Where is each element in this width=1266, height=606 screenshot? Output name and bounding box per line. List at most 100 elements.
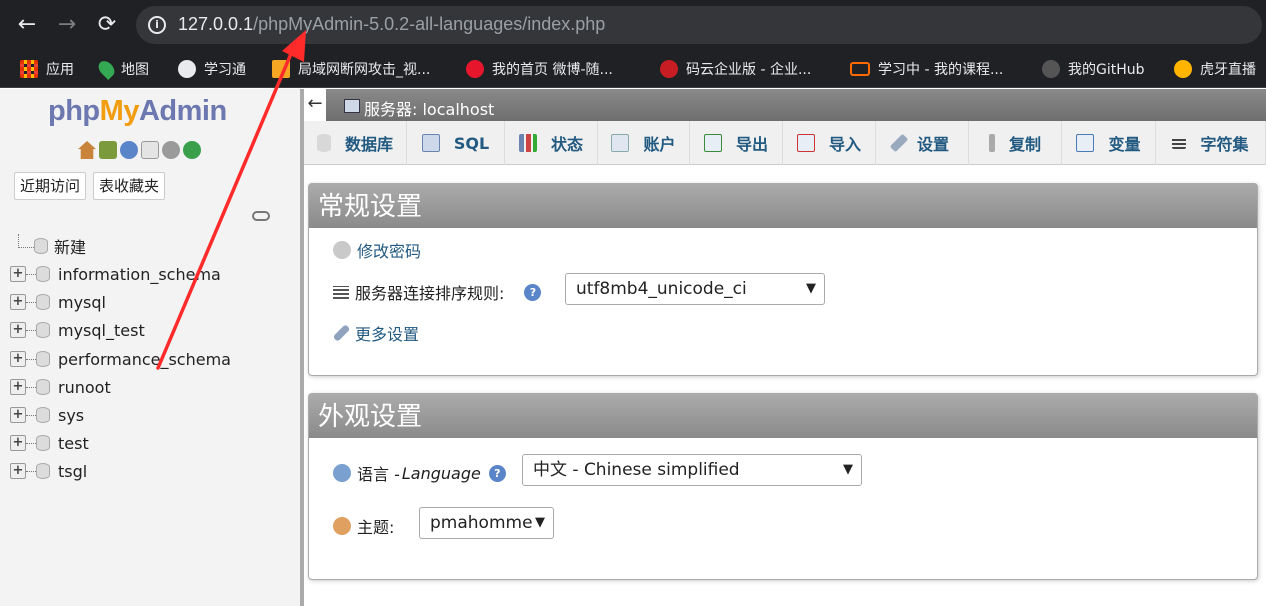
back-button[interactable]: ← [12, 10, 42, 40]
change-password-link[interactable]: 修改密码 [333, 238, 421, 262]
logout-icon[interactable] [99, 141, 117, 159]
address-bar[interactable]: i 127.0.0.1/phpMyAdmin-5.0.2-all-languag… [136, 6, 1262, 44]
tree-db-information-schema[interactable]: + information_schema [10, 262, 221, 286]
bookmark-xuexitong[interactable]: 学习通 [178, 58, 246, 80]
url-text: 127.0.0.1/phpMyAdmin-5.0.2-all-languages… [178, 14, 605, 35]
info-icon[interactable]: i [148, 16, 166, 34]
tree-db-mysql-test[interactable]: + mysql_test [10, 318, 145, 342]
top-menu: 数据库 SQL 状态 账户 导出 导入 设置 复制 变量 字符集 [304, 121, 1266, 165]
database-icon [316, 134, 331, 152]
gitee-icon [660, 60, 678, 78]
database-icon [36, 294, 50, 310]
database-icon [36, 379, 50, 395]
expand-icon[interactable]: + [10, 379, 26, 395]
help-icon[interactable] [120, 141, 138, 159]
collapse-nav-button[interactable]: ← [304, 89, 326, 121]
database-icon [36, 351, 50, 367]
panel-resize-handle[interactable] [300, 89, 304, 606]
tree-db-runoot[interactable]: + runoot [10, 375, 111, 399]
expand-icon[interactable]: + [10, 463, 26, 479]
theme-select[interactable]: pmahomme ▼ [419, 507, 554, 539]
expand-icon[interactable]: + [10, 435, 26, 451]
tab-export[interactable]: 导出 [690, 121, 783, 165]
help-circle-icon[interactable]: ? [488, 464, 506, 482]
weibo-icon [466, 60, 484, 78]
favorite-tables-button[interactable]: 表收藏夹 [93, 172, 166, 200]
browser-toolbar: ← → ⟳ i 127.0.0.1/phpMyAdmin-5.0.2-all-l… [0, 0, 1266, 50]
tree-db-performance-schema[interactable]: + performance_schema [10, 347, 231, 371]
fire-icon [272, 60, 290, 78]
tab-sql[interactable]: SQL [407, 121, 505, 165]
tree-db-mysql[interactable]: + mysql [10, 290, 106, 314]
tab-accounts[interactable]: 账户 [598, 121, 690, 165]
url-host: 127.0.0.1 [178, 14, 254, 34]
language-icon [333, 464, 351, 482]
database-icon [36, 407, 50, 423]
link-with-main-panel-icon[interactable] [252, 211, 270, 221]
help-circle-icon[interactable]: ? [524, 283, 542, 301]
recent-tables-button[interactable]: 近期访问 [14, 172, 87, 200]
database-icon [36, 266, 50, 282]
key-person-icon [333, 241, 351, 259]
tab-variables[interactable]: 变量 [1062, 121, 1156, 165]
expand-icon[interactable]: + [10, 294, 26, 310]
tab-settings[interactable]: 设置 [876, 121, 969, 165]
tab-databases[interactable]: 数据库 [304, 121, 407, 165]
gear-icon[interactable] [162, 141, 180, 159]
tab-charsets[interactable]: 字符集 [1156, 121, 1266, 165]
bookmark-github[interactable]: 我的GitHub [1042, 58, 1145, 80]
tree-new-item[interactable]: 新建 [18, 234, 86, 258]
chevron-down-icon: ▼ [535, 515, 545, 530]
server-link[interactable]: 服务器: localhost [364, 96, 494, 120]
docs-icon[interactable] [141, 141, 159, 159]
tab-replication[interactable]: 复制 [969, 121, 1062, 165]
apps-grid-icon [20, 60, 38, 78]
collation-select[interactable]: utf8mb4_unicode_ci ▼ [565, 273, 825, 305]
replication-icon [988, 134, 995, 152]
appearance-settings-title: 外观设置 [309, 394, 1257, 438]
reload-nav-icon[interactable] [183, 141, 201, 159]
more-settings-link[interactable]: 更多设置 [332, 321, 419, 345]
expand-icon[interactable]: + [10, 407, 26, 423]
users-icon [611, 134, 630, 152]
phpmyadmin-logo[interactable]: phpMyAdmin [48, 95, 227, 128]
new-database-icon [34, 238, 48, 254]
appearance-settings-panel: 外观设置 语言 - Language ? 中文 - Chinese simpli… [308, 393, 1258, 580]
home-icon[interactable] [78, 141, 96, 159]
expand-icon[interactable]: + [10, 351, 26, 367]
chevron-down-icon: ▼ [806, 281, 816, 296]
github-icon [1042, 60, 1060, 78]
chevron-down-icon: ▼ [843, 462, 853, 477]
bookmark-gitee[interactable]: 码云企业版 - 企业... [660, 58, 811, 80]
globe-icon [178, 60, 196, 78]
reload-button[interactable]: ⟳ [92, 10, 122, 40]
wrench-icon [889, 133, 909, 153]
navigation-panel: phpMyAdmin 近期访问 表收藏夹 新建 + information_sch… [0, 89, 300, 606]
bookmark-maps[interactable]: 地图 [95, 58, 149, 80]
nav-quick-icons [78, 141, 201, 159]
tree-db-sys[interactable]: + sys [10, 403, 84, 427]
huya-icon [1174, 60, 1192, 78]
expand-icon[interactable]: + [10, 266, 26, 282]
bookmark-weibo[interactable]: 我的首页 微博-随... [466, 58, 613, 80]
bookmark-courses[interactable]: 学习中 - 我的课程... [850, 58, 1003, 80]
forward-button[interactable]: → [52, 10, 82, 40]
bookmark-huya[interactable]: 虎牙直播 [1174, 58, 1256, 80]
expand-icon[interactable]: + [10, 322, 26, 338]
tree-db-tsgl[interactable]: + tsgl [10, 459, 87, 483]
tab-import[interactable]: 导入 [783, 121, 876, 165]
tree-connector [18, 234, 34, 248]
tree-db-test[interactable]: + test [10, 431, 89, 455]
variables-icon [1076, 134, 1095, 152]
database-icon [36, 435, 50, 451]
list-icon [333, 285, 349, 299]
palette-icon [333, 517, 351, 535]
status-chart-icon [518, 134, 537, 152]
bookmark-lan-attack[interactable]: 局域网断网攻击_视... [272, 58, 430, 80]
bookmark-apps[interactable]: 应用 [20, 58, 74, 80]
general-settings-panel: 常规设置 修改密码 服务器连接排序规则: ? utf8mb4_unicode_c… [308, 183, 1258, 376]
tab-status[interactable]: 状态 [505, 121, 598, 165]
sql-icon [421, 134, 440, 152]
server-icon [344, 99, 360, 113]
language-select[interactable]: 中文 - Chinese simplified ▼ [522, 454, 862, 486]
